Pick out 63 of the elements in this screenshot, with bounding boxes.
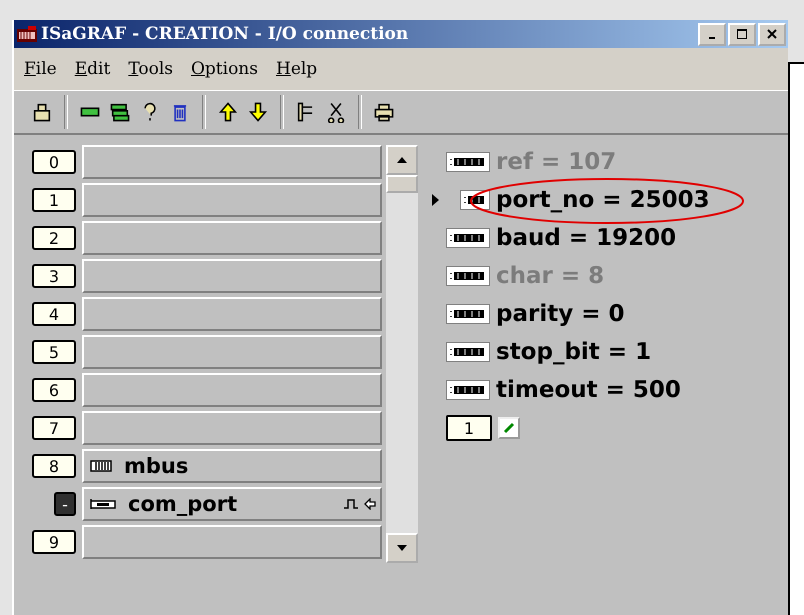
printer-icon[interactable] [372, 101, 396, 123]
slot-row[interactable] [82, 183, 382, 217]
parameter-text[interactable]: baud = 19200 [496, 225, 676, 251]
input-arrow-icon [364, 498, 376, 510]
scroll-thumb[interactable] [386, 175, 418, 193]
slot-number[interactable]: 1 [32, 188, 76, 212]
slot-row[interactable]: mbus [82, 449, 382, 483]
pulse-icon [344, 499, 358, 509]
channel-counter[interactable]: 1 [446, 415, 492, 441]
board-icon [90, 460, 112, 472]
parameter-text[interactable]: parity = 0 [496, 301, 624, 327]
menu-item[interactable]: Help [276, 59, 318, 79]
slot-number[interactable]: 8 [32, 454, 76, 478]
up-arrow-icon[interactable] [216, 101, 240, 123]
slot-row[interactable] [82, 259, 382, 293]
parameter-icon [446, 380, 490, 400]
window-title: ISaGRAF - CREATION - I/O connection [41, 24, 408, 44]
app-icon [16, 25, 38, 43]
scrollbar[interactable] [386, 145, 418, 563]
slot-row[interactable] [82, 373, 382, 407]
slot-number[interactable]: 7 [32, 416, 76, 440]
close-icon [767, 29, 778, 39]
pencil-icon [503, 422, 515, 434]
slot-row[interactable]: com_port [82, 487, 382, 521]
menu-item[interactable]: File [24, 59, 57, 79]
menu-item[interactable]: Options [190, 59, 258, 79]
slot-row[interactable] [82, 335, 382, 369]
menu-item[interactable]: Tools [128, 59, 173, 79]
parameter-icon [446, 228, 490, 248]
slot-row[interactable] [82, 297, 382, 331]
minimize-icon [709, 37, 716, 39]
scroll-down-button[interactable] [386, 533, 418, 563]
parameter-icon [446, 266, 490, 286]
slot-number[interactable]: 4 [32, 302, 76, 326]
down-arrow-icon[interactable] [246, 101, 270, 123]
menu-item[interactable]: Edit [74, 59, 110, 79]
board-name: mbus [124, 454, 188, 478]
slot-row[interactable] [82, 525, 382, 559]
slot-number[interactable]: 3 [32, 264, 76, 288]
slot-number[interactable]: - [54, 492, 76, 516]
maximize-icon [737, 29, 748, 39]
parameter-text[interactable]: timeout = 500 [496, 377, 681, 403]
parameter-icon [446, 304, 490, 324]
slot-row[interactable] [82, 221, 382, 255]
slot-row[interactable] [82, 411, 382, 445]
up-triangle-icon [397, 157, 407, 163]
parameter-icon [446, 152, 490, 172]
close-button[interactable] [758, 22, 786, 46]
parameter-icon [446, 342, 490, 362]
device-icon [90, 497, 116, 511]
boards-icon[interactable] [108, 101, 132, 123]
parameter-text[interactable]: stop_bit = 1 [496, 339, 652, 365]
slot-number[interactable]: 9 [32, 530, 76, 554]
edit-button[interactable] [498, 417, 520, 439]
slot-number[interactable]: 5 [32, 340, 76, 364]
maximize-button[interactable] [728, 22, 756, 46]
slot-number[interactable]: 0 [32, 150, 76, 174]
slot-number[interactable]: 2 [32, 226, 76, 250]
slot-row[interactable] [82, 145, 382, 179]
device-name: com_port [128, 492, 238, 516]
slot-number[interactable]: 6 [32, 378, 76, 402]
down-triangle-icon [397, 545, 407, 551]
scroll-up-button[interactable] [386, 145, 418, 175]
